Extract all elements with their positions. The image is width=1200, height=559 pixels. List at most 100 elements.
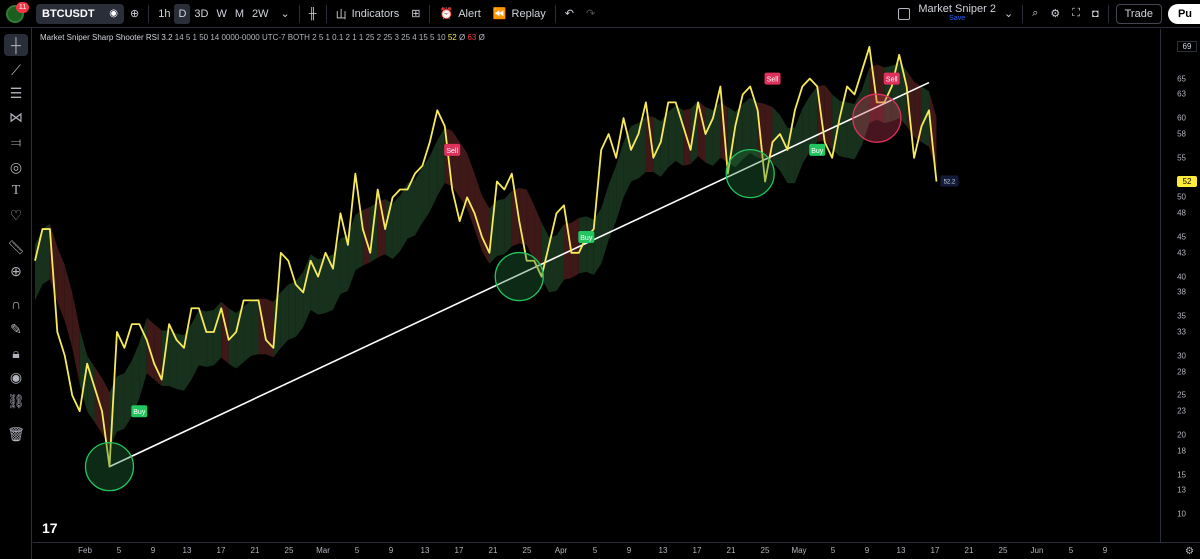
quick-search-button[interactable]: ⌕ <box>1026 0 1044 28</box>
sell-signal: Sell <box>764 72 781 85</box>
sell-signal: Sell <box>883 72 900 85</box>
chart-pane[interactable]: 52.2 Buy Sell Buy Sell Buy Sell <box>33 29 1160 542</box>
band-segment <box>146 317 155 380</box>
chart-type-button[interactable]: ╫ <box>303 0 323 28</box>
fib-icon: ☰ <box>9 84 23 101</box>
band-segment <box>556 224 564 291</box>
indicators-label: Indicators <box>351 7 400 20</box>
band-segment <box>824 84 833 150</box>
brush-tool[interactable]: ◎ <box>4 156 28 178</box>
interval-w[interactable]: W <box>212 4 230 24</box>
crosshair-tool[interactable]: ┼ <box>4 34 28 56</box>
symbol-search[interactable]: BTCUSDT ◉ <box>36 3 124 24</box>
price-tick: 33 <box>1177 327 1186 337</box>
undo-button[interactable]: ↶ <box>559 0 580 28</box>
templates-button[interactable]: ⊞ <box>405 0 426 28</box>
link-icon: ⛓ <box>7 392 25 409</box>
price-tick: 60 <box>1177 113 1186 123</box>
interval-1h[interactable]: 1h <box>154 4 174 24</box>
price-tick: 35 <box>1177 311 1186 321</box>
settings-button[interactable]: ⚙ <box>1044 0 1066 28</box>
band-segment <box>705 107 713 166</box>
time-tick: 17 <box>216 546 226 555</box>
publish-button[interactable]: Pu <box>1167 3 1200 24</box>
price-tick: 40 <box>1177 272 1186 282</box>
hide-tool[interactable]: ◉ <box>4 366 28 388</box>
band-segment <box>794 108 803 184</box>
indicator-value-1: 52 <box>447 33 457 42</box>
interval-3d[interactable]: 3D <box>190 4 212 24</box>
replay-label: Replay <box>511 7 546 20</box>
buy-signal: Buy <box>578 230 595 243</box>
forecast-tool[interactable]: ⫤ <box>4 131 28 153</box>
lock-tool[interactable]: 🔒︎ <box>4 342 28 364</box>
sync-tool[interactable]: ⛓ <box>4 390 28 412</box>
last-value-tag: 52.2 <box>940 175 959 187</box>
replay-button[interactable]: ⏪ Replay <box>487 0 552 28</box>
band-segment <box>929 91 937 173</box>
band-segment <box>280 284 289 348</box>
indicators-button[interactable]: ⼭ Indicators <box>330 0 406 28</box>
keep-drawing-tool[interactable]: ✎ <box>4 318 28 340</box>
signal-text: Sell <box>767 77 779 84</box>
price-tick: 58 <box>1177 129 1186 139</box>
fib-tool[interactable]: ☰ <box>4 82 28 104</box>
gear-icon[interactable]: ⚙ <box>1185 546 1194 557</box>
indicator-legend[interactable]: Market Sniper Sharp Shooter RSI 3.2 14 5… <box>40 33 485 42</box>
band-segment <box>526 189 535 261</box>
band-segment <box>370 202 378 263</box>
time-tick: 5 <box>1068 546 1074 555</box>
snapshot-button[interactable]: ◘ <box>1086 0 1105 28</box>
interval-2w[interactable]: 2W <box>248 4 273 24</box>
price-tick: 55 <box>1177 153 1186 163</box>
time-tick: Mar <box>316 546 330 555</box>
time-axis[interactable]: ⚙ Feb 5 9 13 17 21 25 Mar 5 9 13 17 21 25 Apr 5 9 13 17 21 2… <box>33 542 1200 559</box>
text-tool[interactable]: T <box>4 180 28 202</box>
price-tick: 63 <box>1177 89 1186 99</box>
remove-tool[interactable]: 🗑︎ <box>4 423 28 445</box>
compare-button[interactable]: ⊕ <box>124 0 145 28</box>
pattern-tool[interactable]: ⋈ <box>4 106 28 128</box>
layout-button[interactable]: Market Sniper 2 Save ⌄ <box>892 0 1019 28</box>
band-segment <box>325 254 333 314</box>
magnet-tool[interactable]: ∩ <box>4 293 28 315</box>
layout-name: Market Sniper 2 Save <box>918 3 996 24</box>
indicator-symbol-2: Ø <box>478 33 485 42</box>
band-segment <box>422 156 430 223</box>
trendline-tool[interactable]: ⟋ <box>4 59 28 81</box>
band-segment <box>482 195 490 264</box>
indicator-name: Market Sniper Sharp Shooter RSI 3.2 <box>40 33 173 42</box>
icon-tool[interactable]: ♡ <box>4 204 28 226</box>
crosshair-icon: ┼ <box>11 37 21 53</box>
band-segment <box>809 86 818 152</box>
zoom-tool[interactable]: ⊕ <box>4 260 28 282</box>
band-segment <box>467 153 475 230</box>
price-tick: 20 <box>1177 430 1186 440</box>
band-segment <box>765 103 773 163</box>
interval-d[interactable]: D <box>174 3 191 24</box>
interval-dropdown[interactable]: ⌄ <box>275 0 296 28</box>
buy-circle <box>725 148 775 199</box>
profile-avatar[interactable]: 11 <box>4 1 29 26</box>
alert-label: Alert <box>458 7 481 20</box>
time-tick: 21 <box>250 546 260 555</box>
band-segment <box>288 281 296 340</box>
undo-icon: ↶ <box>564 8 574 20</box>
price-axis[interactable]: 65 63 60 58 55 52 50 48 45 43 40 38 35 33 30 28 25 23 20 18… <box>1160 29 1200 542</box>
measure-tool[interactable]: 📏︎ <box>4 236 28 258</box>
trade-button[interactable]: Trade <box>1115 3 1162 24</box>
tradingview-logo[interactable]: 17 <box>42 520 58 536</box>
top-toolbar: 11 BTCUSDT ◉ ⊕ 1h D 3D W M 2W ⌄ ╫ ⼭ Indicator… <box>0 0 1200 28</box>
band-segment <box>295 271 304 337</box>
indicator-symbol-1: Ø <box>458 33 466 42</box>
zoom-in-icon: ⊕ <box>10 262 22 279</box>
fullscreen-button[interactable]: ⛶ <box>1066 0 1086 28</box>
price-tick: 13 <box>1177 485 1186 495</box>
interval-m[interactable]: M <box>231 4 248 24</box>
band-segment <box>362 206 371 266</box>
redo-button[interactable]: ↷ <box>580 0 601 28</box>
alert-button[interactable]: ⏰ Alert <box>433 0 486 28</box>
buy-circle <box>84 441 135 492</box>
price-tick: 28 <box>1177 367 1186 377</box>
redo-icon: ↷ <box>585 8 596 20</box>
